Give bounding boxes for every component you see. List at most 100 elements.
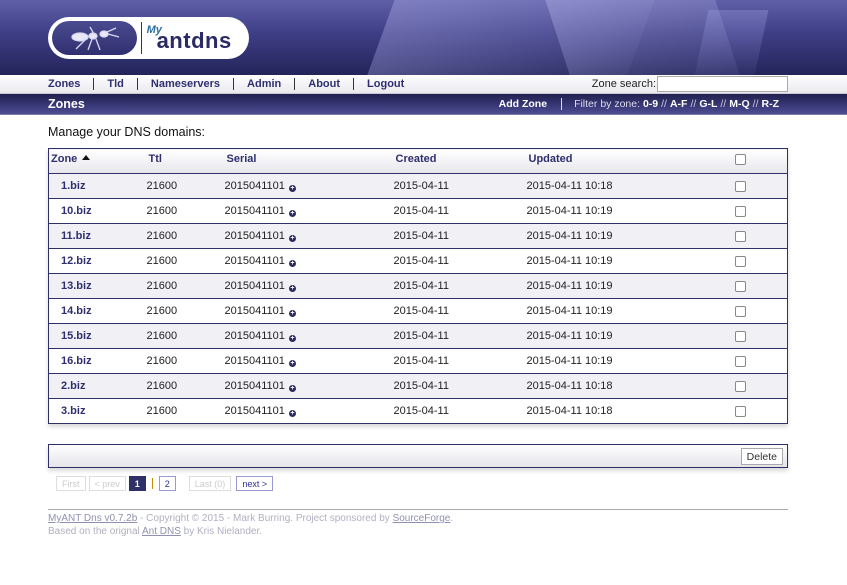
last-page-button: Last (0) [188, 476, 232, 491]
ttl-cell: 21600 [146, 398, 225, 424]
serial-value: 2015041101 [224, 405, 285, 417]
updated-cell: 2015-04-11 10:19 [526, 273, 733, 299]
zone-link[interactable]: 12.biz [61, 255, 92, 267]
prev-page-button: < prev [88, 476, 126, 491]
nav-zones[interactable]: Zones [48, 78, 80, 90]
table-row: 16.biz 21600 2015041101 +2015-04-11 2015-04-… [48, 348, 788, 374]
created-cell: 2015-04-11 [393, 198, 527, 224]
created-cell: 2015-04-11 [393, 223, 527, 249]
ttl-cell: 21600 [146, 348, 225, 374]
table-row: 1.biz 21600 2015041101 +2015-04-11 2015-04-1… [48, 173, 788, 199]
filter-0-9[interactable]: 0-9 [643, 98, 658, 110]
row-checkbox[interactable] [734, 180, 746, 192]
zone-link[interactable]: 13.biz [61, 280, 92, 292]
first-page-button: First [56, 476, 86, 491]
select-cell [732, 273, 788, 299]
zone-link[interactable]: 3.biz [61, 405, 85, 417]
increment-serial-icon[interactable]: + [288, 360, 296, 367]
row-checkbox[interactable] [734, 380, 746, 392]
increment-serial-icon[interactable]: + [288, 285, 296, 292]
filter-g-l[interactable]: G-L [699, 98, 717, 110]
zone-link[interactable]: 14.biz [61, 305, 92, 317]
zone-link[interactable]: 11.biz [61, 230, 91, 242]
nav-divider [233, 78, 235, 90]
main-nav: Zones Tld Nameservers Admin About Logout… [0, 75, 847, 94]
table-row: 12.biz 21600 2015041101 +2015-04-11 2015-04-… [48, 248, 788, 274]
add-zone-link[interactable]: Add Zone [499, 98, 547, 110]
delete-button[interactable]: Delete [740, 448, 783, 465]
updated-cell: 2015-04-11 10:18 [526, 398, 733, 424]
filter-r-z[interactable]: R-Z [762, 98, 780, 110]
increment-serial-icon[interactable]: + [288, 310, 296, 317]
column-header-serial[interactable]: Serial [224, 148, 394, 174]
nav-nameservers[interactable]: Nameservers [151, 78, 220, 90]
column-header-created[interactable]: Created [393, 148, 527, 174]
column-header-updated[interactable]: Updated [526, 148, 733, 174]
ttl-cell: 21600 [146, 248, 225, 274]
serial-cell: 2015041101 + [224, 173, 394, 199]
increment-serial-icon[interactable]: + [288, 410, 296, 417]
filter-separator: // [720, 98, 727, 110]
increment-serial-icon[interactable]: + [288, 335, 296, 342]
next-page-button[interactable]: next > [236, 476, 274, 491]
header-banner: My antdns [0, 0, 847, 75]
select-cell [732, 323, 788, 349]
increment-serial-icon[interactable]: + [288, 235, 296, 242]
row-checkbox[interactable] [734, 355, 746, 367]
nav-admin[interactable]: Admin [247, 78, 281, 90]
nav-divider [294, 78, 296, 90]
footer-text: by Kris Nielander. [180, 526, 263, 537]
select-cell [732, 298, 788, 324]
page-1-button[interactable]: 1 [128, 476, 146, 491]
filter-a-f[interactable]: A-F [670, 98, 688, 110]
ttl-cell: 21600 [146, 323, 225, 349]
column-header-zone[interactable]: Zone [48, 148, 147, 174]
serial-value: 2015041101 [224, 280, 285, 292]
serial-value: 2015041101 [224, 255, 285, 267]
pagination: First < prev 1 2 Last (0) next > [56, 476, 788, 491]
zone-link[interactable]: 2.biz [61, 380, 85, 392]
page-2-button[interactable]: 2 [158, 476, 176, 491]
zone-link[interactable]: 1.biz [61, 180, 85, 192]
row-checkbox[interactable] [734, 280, 746, 292]
column-header-ttl[interactable]: Ttl [146, 148, 225, 174]
filter-separator: // [661, 98, 667, 110]
ttl-cell: 21600 [146, 223, 225, 249]
row-checkbox[interactable] [734, 305, 746, 317]
zone-link[interactable]: 16.biz [61, 355, 92, 367]
serial-value: 2015041101 [224, 355, 285, 367]
version-link[interactable]: MyANT Dns v0.7.2b [48, 513, 137, 524]
zone-cell: 3.biz [48, 398, 147, 424]
select-all-checkbox[interactable] [734, 153, 746, 165]
row-checkbox[interactable] [734, 230, 746, 242]
row-checkbox[interactable] [734, 255, 746, 267]
increment-serial-icon[interactable]: + [288, 385, 296, 392]
ttl-cell: 21600 [146, 173, 225, 199]
table-row: 3.biz 21600 2015041101 +2015-04-11 2015-04-1… [48, 398, 788, 424]
increment-serial-icon[interactable]: + [288, 185, 296, 192]
table-row: 2.biz 21600 2015041101 +2015-04-11 2015-04-1… [48, 373, 788, 399]
zone-actions: Add Zone Filter by zone: 0-9 // A-F // G… [499, 98, 779, 110]
increment-serial-icon[interactable]: + [288, 260, 296, 267]
row-checkbox[interactable] [734, 330, 746, 342]
filter-m-q[interactable]: M-Q [729, 98, 749, 110]
nav-tld[interactable]: Tld [107, 78, 124, 90]
ant-dns-link[interactable]: Ant DNS [142, 526, 181, 537]
page-title: Zones [48, 97, 85, 111]
select-cell [732, 198, 788, 224]
logo-name: antdns [156, 28, 232, 53]
updated-cell: 2015-04-11 10:19 [526, 323, 733, 349]
nav-logout[interactable]: Logout [367, 78, 404, 90]
zone-link[interactable]: 10.biz [61, 205, 92, 217]
zone-search-input[interactable] [657, 76, 788, 92]
row-checkbox[interactable] [734, 405, 746, 417]
table-row: 14.biz 21600 2015041101 +2015-04-11 2015-04-… [48, 298, 788, 324]
logo[interactable]: My antdns [48, 17, 249, 59]
increment-serial-icon[interactable]: + [288, 210, 296, 217]
sourceforge-link[interactable]: SourceForge [393, 513, 451, 524]
row-checkbox[interactable] [734, 205, 746, 217]
nav-about[interactable]: About [308, 78, 340, 90]
serial-cell: 2015041101 + [224, 373, 394, 399]
zone-link[interactable]: 15.biz [61, 330, 92, 342]
updated-cell: 2015-04-11 10:18 [526, 173, 733, 199]
